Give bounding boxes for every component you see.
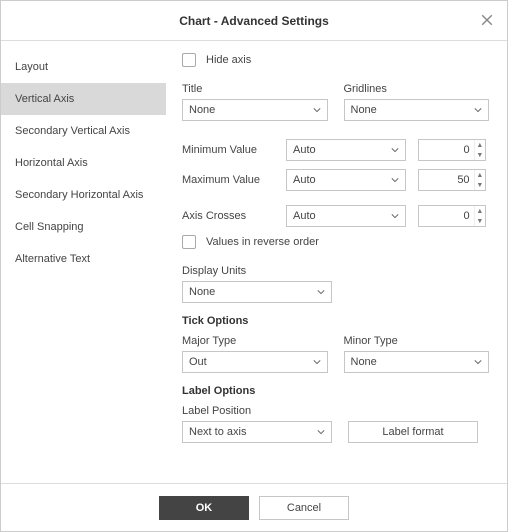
min-value-select-value: Auto	[293, 144, 316, 156]
chevron-down-icon	[317, 428, 325, 436]
close-button[interactable]	[475, 9, 499, 33]
spinner-up-icon[interactable]: ▲	[475, 170, 485, 180]
max-value-select-value: Auto	[293, 174, 316, 186]
max-value-input[interactable]	[419, 174, 474, 186]
chevron-down-icon	[391, 146, 399, 154]
max-value-spinner[interactable]: ▲ ▼	[418, 169, 486, 191]
sidebar-item-secondary-vertical-axis[interactable]: Secondary Vertical Axis	[1, 115, 166, 147]
major-type-select[interactable]: Out	[182, 351, 328, 373]
label-options-heading: Label Options	[182, 385, 489, 397]
gridlines-label: Gridlines	[344, 83, 490, 95]
hide-axis-row: Hide axis	[182, 53, 489, 67]
label-format-button[interactable]: Label format	[348, 421, 478, 443]
chevron-down-icon	[474, 106, 482, 114]
sidebar-item-horizontal-axis[interactable]: Horizontal Axis	[1, 147, 166, 179]
max-value-label: Maximum Value	[182, 174, 274, 186]
spinner-up-icon[interactable]: ▲	[475, 140, 485, 150]
minor-type-select[interactable]: None	[344, 351, 490, 373]
reverse-checkbox[interactable]	[182, 235, 196, 249]
title-select-value: None	[189, 104, 215, 116]
max-value-select[interactable]: Auto	[286, 169, 406, 191]
chevron-down-icon	[317, 288, 325, 296]
hide-axis-label: Hide axis	[206, 54, 251, 66]
label-position-label: Label Position	[182, 405, 332, 417]
min-value-input[interactable]	[419, 144, 474, 156]
display-units-select[interactable]: None	[182, 281, 332, 303]
display-units-value: None	[189, 286, 215, 298]
title-label: Title	[182, 83, 328, 95]
spinner-down-icon[interactable]: ▼	[475, 180, 485, 190]
sidebar-item-alternative-text[interactable]: Alternative Text	[1, 243, 166, 275]
gridlines-select[interactable]: None	[344, 99, 490, 121]
chevron-down-icon	[313, 358, 321, 366]
minor-type-value: None	[351, 356, 377, 368]
min-value-spinner[interactable]: ▲ ▼	[418, 139, 486, 161]
axis-crosses-input[interactable]	[419, 210, 474, 222]
axis-crosses-label: Axis Crosses	[182, 210, 274, 222]
spinner-down-icon[interactable]: ▼	[475, 216, 485, 226]
minor-type-label: Minor Type	[344, 335, 490, 347]
label-position-select[interactable]: Next to axis	[182, 421, 332, 443]
chevron-down-icon	[313, 106, 321, 114]
reverse-label: Values in reverse order	[206, 236, 319, 248]
chevron-down-icon	[474, 358, 482, 366]
spinner-down-icon[interactable]: ▼	[475, 150, 485, 160]
axis-crosses-spinner[interactable]: ▲ ▼	[418, 205, 486, 227]
gridlines-select-value: None	[351, 104, 377, 116]
axis-crosses-select[interactable]: Auto	[286, 205, 406, 227]
titlebar: Chart - Advanced Settings	[1, 1, 507, 41]
sidebar-item-cell-snapping[interactable]: Cell Snapping	[1, 211, 166, 243]
sidebar-item-vertical-axis[interactable]: Vertical Axis	[1, 83, 166, 115]
major-type-value: Out	[189, 356, 207, 368]
sidebar: Layout Vertical Axis Secondary Vertical …	[1, 41, 166, 483]
dialog-body: Layout Vertical Axis Secondary Vertical …	[1, 41, 507, 483]
reverse-row: Values in reverse order	[182, 235, 489, 249]
chevron-down-icon	[391, 212, 399, 220]
spinner-up-icon[interactable]: ▲	[475, 206, 485, 216]
hide-axis-checkbox[interactable]	[182, 53, 196, 67]
dialog-title: Chart - Advanced Settings	[179, 14, 329, 28]
tick-options-heading: Tick Options	[182, 315, 489, 327]
axis-crosses-select-value: Auto	[293, 210, 316, 222]
sidebar-item-layout[interactable]: Layout	[1, 51, 166, 83]
min-value-select[interactable]: Auto	[286, 139, 406, 161]
footer: OK Cancel	[1, 483, 507, 531]
ok-button[interactable]: OK	[159, 496, 249, 520]
major-type-label: Major Type	[182, 335, 328, 347]
label-position-value: Next to axis	[189, 426, 246, 438]
title-select[interactable]: None	[182, 99, 328, 121]
display-units-label: Display Units	[182, 265, 489, 277]
min-value-label: Minimum Value	[182, 144, 274, 156]
chevron-down-icon	[391, 176, 399, 184]
dialog: Chart - Advanced Settings Layout Vertica…	[0, 0, 508, 532]
cancel-button[interactable]: Cancel	[259, 496, 349, 520]
sidebar-item-secondary-horizontal-axis[interactable]: Secondary Horizontal Axis	[1, 179, 166, 211]
close-icon	[481, 14, 493, 29]
content-panel: Hide axis Title None Gridlines None	[166, 41, 507, 483]
